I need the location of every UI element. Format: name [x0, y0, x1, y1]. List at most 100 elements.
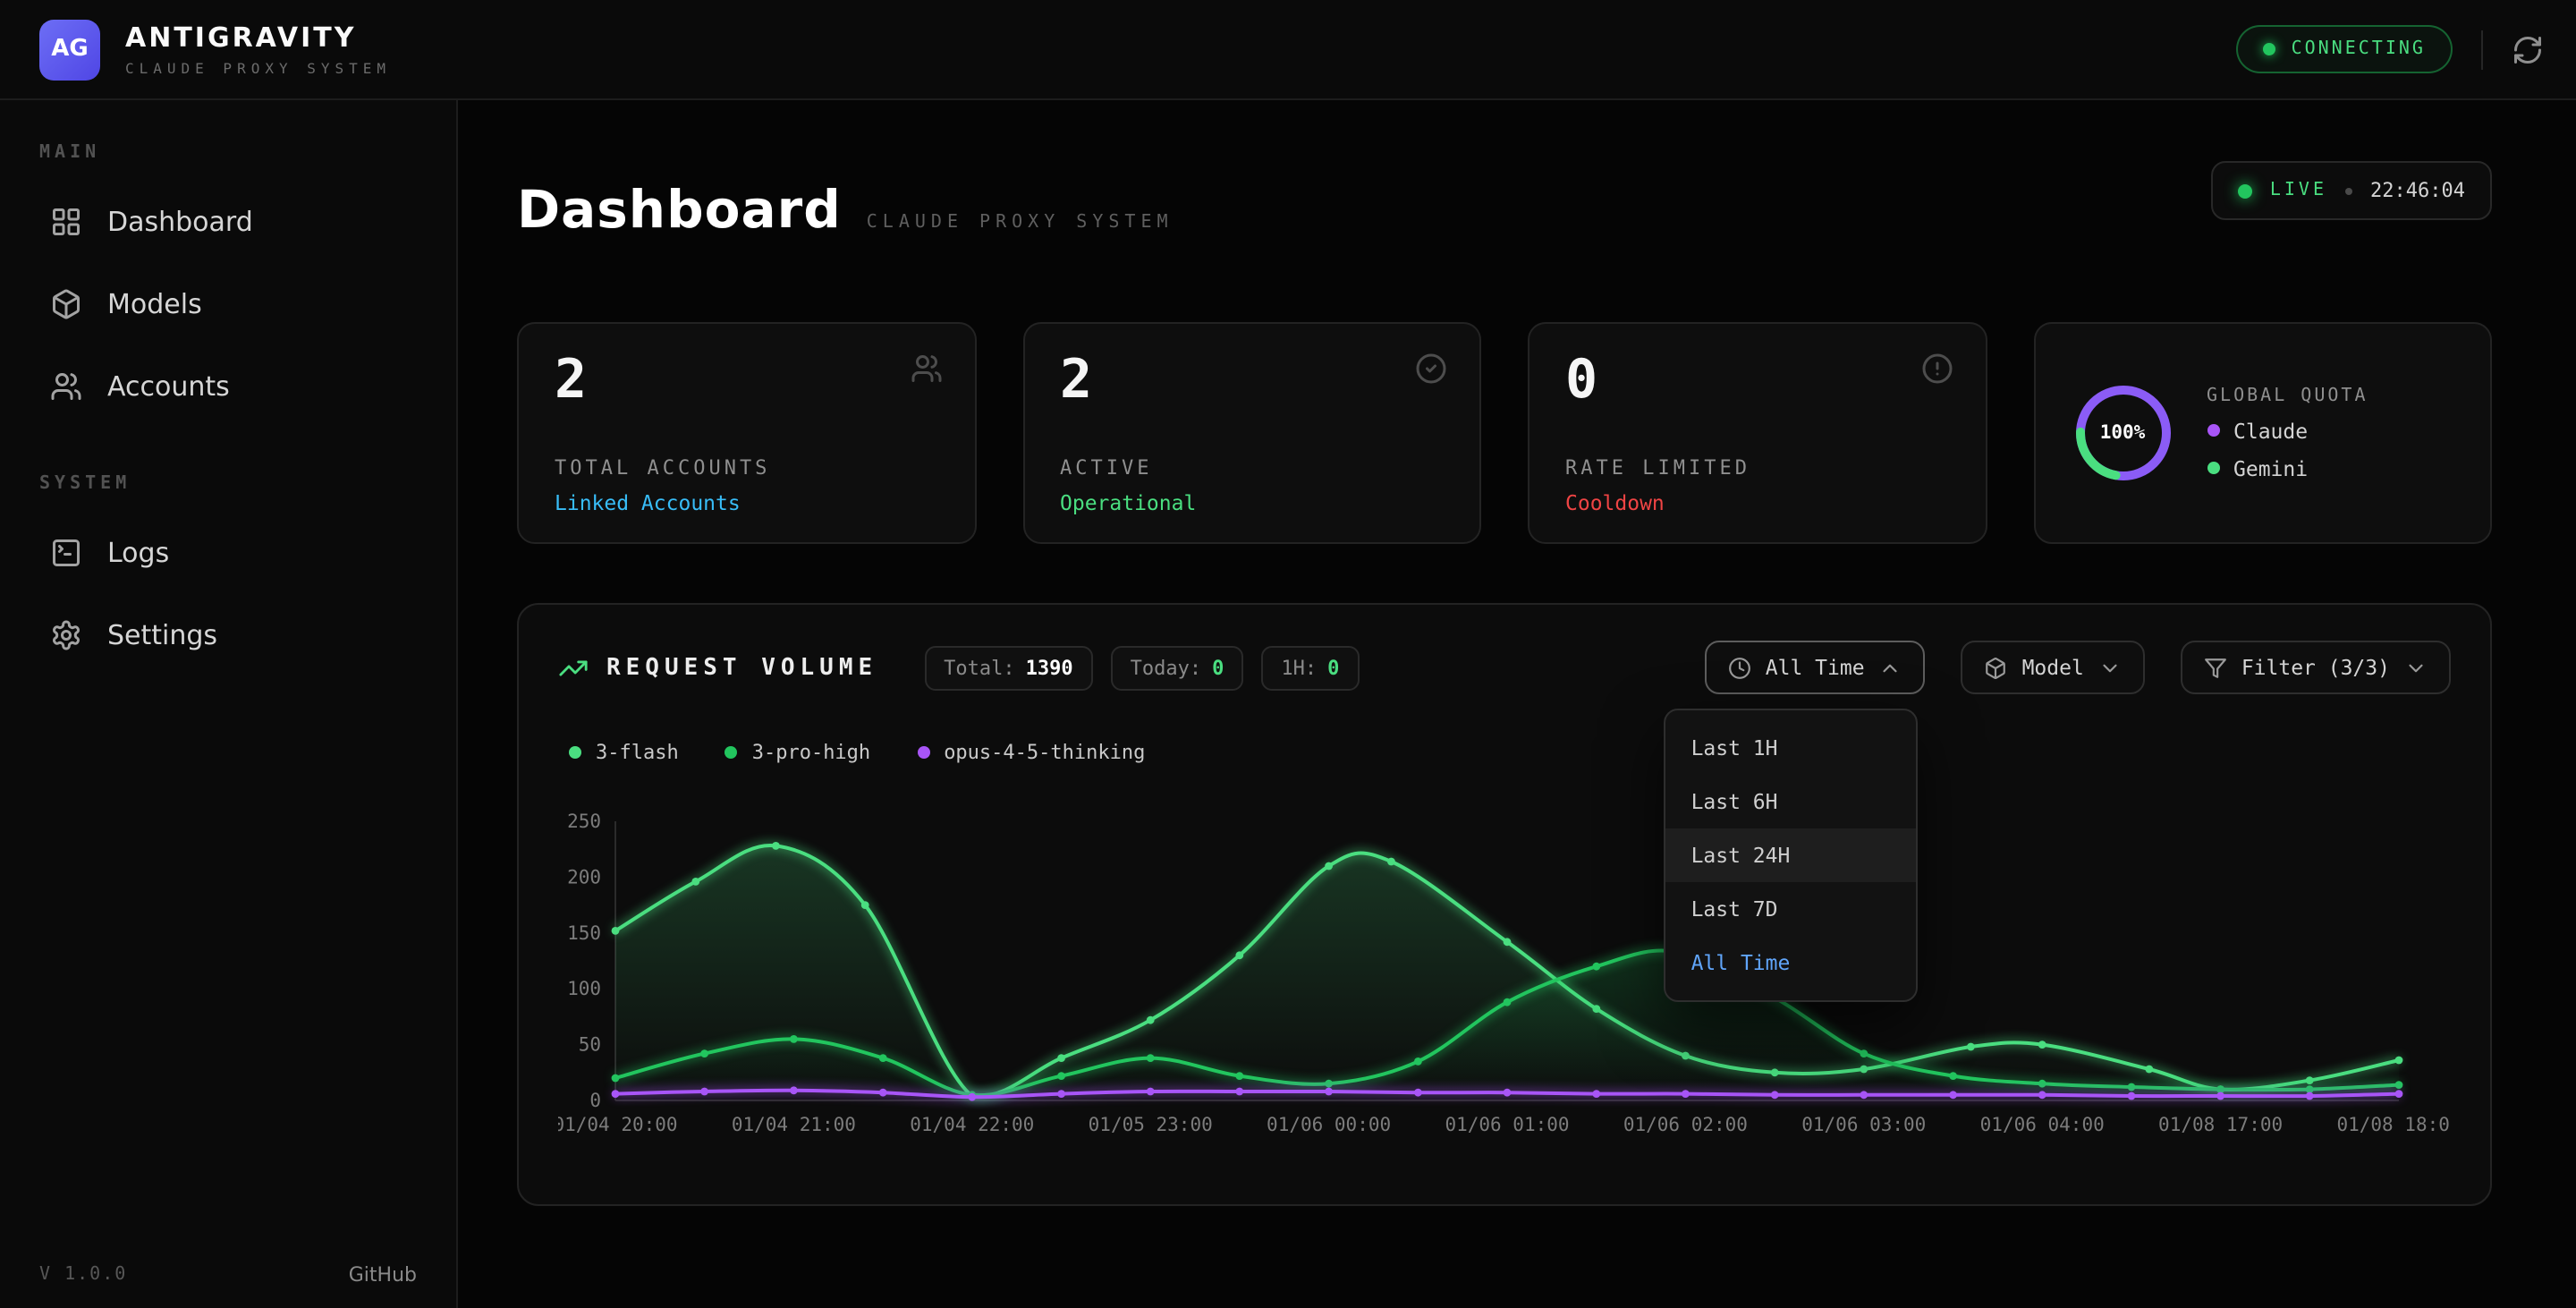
panel-title: REQUEST VOLUME [606, 654, 877, 681]
total-pill: Total: 1390 [924, 645, 1093, 690]
series-dot-icon [917, 746, 929, 759]
svg-text:01/05 23:00: 01/05 23:00 [1089, 1114, 1213, 1135]
status-dot-icon [2263, 43, 2275, 55]
sidebar-item-settings[interactable]: Settings [39, 594, 417, 676]
model-button-label: Model [2022, 655, 2084, 680]
request-volume-chart: 05010015020025001/04 20:0001/04 21:0001/… [558, 807, 2451, 1154]
terminal-icon [50, 537, 82, 569]
brand: ANTIGRAVITY CLAUDE PROXY SYSTEM [125, 21, 391, 77]
model-button[interactable]: Model [1962, 641, 2145, 694]
live-clock: 22:46:04 [2370, 179, 2465, 202]
pill-label: 1H: [1281, 656, 1317, 679]
page-title: Dashboard [517, 179, 842, 240]
chevron-up-icon [1879, 656, 1902, 679]
series-dot-icon [725, 746, 738, 759]
dropdown-item-last-1h[interactable]: Last 1H [1666, 721, 1917, 775]
legend-item-3-flash: 3-flash [569, 741, 679, 764]
page-title-row: Dashboard CLAUDE PROXY SYSTEM [517, 179, 2492, 240]
quota-legend-claude: Claude [2207, 418, 2368, 443]
nav-section-label: SYSTEM [39, 474, 417, 494]
quota-legend-gemini: Gemini [2207, 455, 2368, 480]
svg-text:50: 50 [579, 1034, 601, 1056]
quota-ring: 100% [2071, 381, 2174, 485]
sidebar-item-models[interactable]: Models [39, 263, 417, 345]
stat-pills: Total: 1390 Today: 0 1H: 0 [924, 645, 1359, 690]
stat-sub: Cooldown [1565, 490, 1665, 515]
dropdown-item-last-7d[interactable]: Last 7D [1666, 882, 1917, 936]
legend-item-opus-4-5-thinking: opus-4-5-thinking [917, 741, 1145, 764]
connection-status-badge[interactable]: CONNECTING [2236, 25, 2453, 73]
global-quota-card: 100% GLOBAL QUOTA Claude Gemini [2033, 322, 2492, 544]
quota-legend-label: Gemini [2233, 455, 2308, 480]
legend-label: 3-pro-high [752, 741, 870, 764]
live-label: LIVE [2270, 181, 2327, 200]
sidebar-item-label: Settings [107, 619, 217, 651]
chart-canvas: 05010015020025001/04 20:0001/04 21:0001/… [558, 807, 2451, 1147]
svg-text:01/06 01:00: 01/06 01:00 [1445, 1114, 1569, 1135]
today-pill: Today: 0 [1111, 645, 1244, 690]
time-range-label: All Time [1766, 655, 1865, 680]
version-label: V 1.0.0 [39, 1265, 127, 1285]
time-range-dropdown: Last 1H Last 6H Last 24H Last 7D All Tim… [1665, 709, 1919, 1002]
sidebar-item-dashboard[interactable]: Dashboard [39, 181, 417, 263]
stat-label: RATE LIMITED [1565, 456, 1750, 480]
nav-section-main: MAIN Dashboard Models Accounts [39, 143, 417, 428]
stat-sub: Operational [1060, 490, 1196, 515]
time-range-button[interactable]: All Time [1705, 641, 1926, 694]
svg-text:01/04 22:00: 01/04 22:00 [910, 1114, 1034, 1135]
separator-dot-icon [2345, 187, 2352, 194]
nav-section-label: MAIN [39, 143, 417, 163]
app-subtitle: CLAUDE PROXY SYSTEM [125, 61, 391, 77]
refresh-icon[interactable] [2512, 33, 2544, 65]
pill-value: 0 [1212, 656, 1224, 679]
stat-label: TOTAL ACCOUNTS [555, 456, 770, 480]
pill-value: 0 [1327, 656, 1339, 679]
one-hour-pill: 1H: 0 [1261, 645, 1359, 690]
github-link[interactable]: GitHub [349, 1263, 417, 1287]
request-volume-panel: REQUEST VOLUME Total: 1390 Today: 0 1H: [517, 603, 2492, 1206]
sidebar-item-label: Dashboard [107, 206, 253, 238]
svg-text:0: 0 [589, 1090, 601, 1111]
box-icon [50, 288, 82, 320]
pill-value: 1390 [1026, 656, 1073, 679]
topbar-right: CONNECTING [2236, 25, 2544, 73]
sidebar: MAIN Dashboard Models Accounts SYSTEM [0, 100, 458, 1308]
sidebar-item-label: Models [107, 288, 202, 320]
quota-percent: 100% [2071, 381, 2174, 485]
stat-value: 2 [555, 349, 938, 413]
svg-text:01/06 00:00: 01/06 00:00 [1267, 1114, 1391, 1135]
legend-item-3-pro-high: 3-pro-high [725, 741, 870, 764]
stat-sub: Linked Accounts [555, 490, 741, 515]
panel-buttons: All Time Last 1H Last 6H Last 24H Last 7… [1705, 641, 2451, 694]
check-circle-icon [1415, 352, 1447, 385]
stat-card-active: 2 ACTIVE Operational [1022, 322, 1481, 544]
stat-value: 0 [1565, 349, 1949, 413]
live-dot-icon [2238, 183, 2252, 198]
svg-text:100: 100 [567, 978, 601, 999]
pill-label: Today: [1131, 656, 1202, 679]
users-icon [50, 370, 82, 403]
stat-value: 2 [1060, 349, 1444, 413]
legend-label: opus-4-5-thinking [944, 741, 1145, 764]
connection-status-label: CONNECTING [2292, 39, 2426, 59]
dropdown-item-last-6h[interactable]: Last 6H [1666, 775, 1917, 828]
svg-text:01/06 04:00: 01/06 04:00 [1980, 1114, 2105, 1135]
quota-label: GLOBAL QUOTA [2207, 386, 2368, 405]
dropdown-item-last-24h[interactable]: Last 24H [1666, 828, 1917, 882]
stat-card-total-accounts: 2 TOTAL ACCOUNTS Linked Accounts [517, 322, 976, 544]
dropdown-item-all-time[interactable]: All Time [1666, 936, 1917, 989]
trending-up-icon [558, 652, 589, 683]
svg-text:01/06 03:00: 01/06 03:00 [1801, 1114, 1926, 1135]
svg-text:01/08 18:00: 01/08 18:00 [2336, 1114, 2451, 1135]
sidebar-item-label: Logs [107, 537, 169, 569]
stat-label: ACTIVE [1060, 456, 1153, 480]
gemini-dot-icon [2207, 462, 2219, 474]
filter-button[interactable]: Filter (3/3) [2181, 641, 2451, 694]
svg-text:150: 150 [567, 922, 601, 944]
svg-text:01/04 21:00: 01/04 21:00 [732, 1114, 856, 1135]
topbar: AG ANTIGRAVITY CLAUDE PROXY SYSTEM CONNE… [0, 0, 2576, 100]
sidebar-item-accounts[interactable]: Accounts [39, 345, 417, 428]
clock-icon [1728, 656, 1751, 679]
chart-legend: 3-flash 3-pro-high opus-4-5-thinking [569, 741, 2451, 764]
sidebar-item-logs[interactable]: Logs [39, 512, 417, 594]
